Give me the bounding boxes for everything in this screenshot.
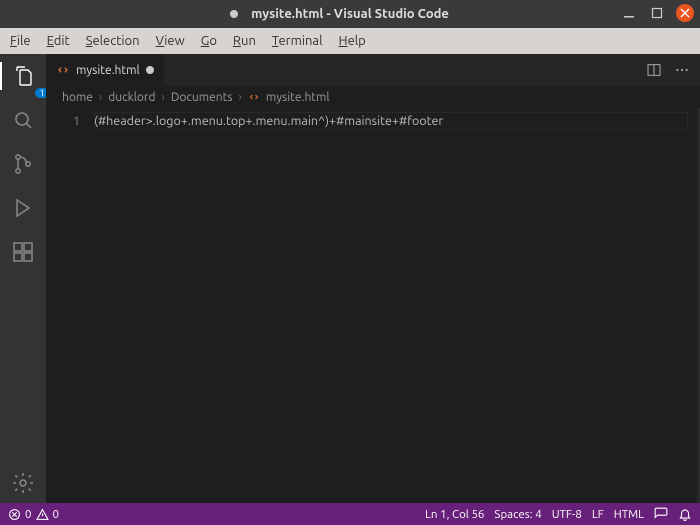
explorer-icon[interactable]: 1 [11, 64, 35, 88]
line-number-gutter: 1 [46, 108, 94, 503]
window-title: mysite.html - Visual Studio Code [251, 7, 449, 21]
tab-dirty-dot [146, 66, 154, 74]
window-titlebar: mysite.html - Visual Studio Code [0, 0, 700, 28]
status-eol[interactable]: LF [592, 508, 604, 521]
line-number: 1 [46, 112, 80, 130]
status-problems[interactable]: 0 0 [8, 508, 59, 521]
menu-bar: File Edit Selection View Go Run Terminal… [0, 28, 700, 54]
tab-mysite[interactable]: mysite.html [46, 54, 165, 86]
active-indicator [0, 62, 2, 90]
chevron-right-icon: › [99, 91, 102, 104]
menu-go[interactable]: Go [197, 32, 221, 50]
window-close-button[interactable] [676, 4, 694, 22]
status-indent[interactable]: Spaces: 4 [494, 508, 541, 521]
html-file-icon [56, 63, 70, 77]
menu-help[interactable]: Help [335, 32, 370, 50]
code-line[interactable]: (#header>.logo+.menu.top+.menu.main^)+#m… [94, 112, 696, 130]
run-debug-icon[interactable] [11, 196, 35, 220]
status-bell-icon[interactable] [678, 507, 692, 521]
breadcrumb[interactable]: home › ducklord › Documents › mysite.htm… [46, 86, 700, 108]
code-content[interactable]: (#header>.logo+.menu.top+.menu.main^)+#m… [94, 108, 696, 503]
code-editor[interactable]: 1 (#header>.logo+.menu.top+.menu.main^)+… [46, 108, 700, 503]
chevron-right-icon: › [239, 91, 242, 104]
breadcrumb-part[interactable]: ducklord [108, 91, 155, 104]
more-actions-icon[interactable] [674, 62, 690, 78]
status-bar: 0 0 Ln 1, Col 56 Spaces: 4 UTF-8 LF HTML [0, 503, 700, 525]
tab-bar: mysite.html [46, 54, 700, 86]
breadcrumb-part[interactable]: home [62, 91, 93, 104]
menu-view[interactable]: View [152, 32, 189, 50]
titlebar-modified-dot [230, 10, 238, 18]
activity-bar: 1 [0, 54, 46, 503]
status-language[interactable]: HTML [614, 508, 644, 521]
tab-label: mysite.html [76, 64, 140, 77]
editor-area: mysite.html home › ducklord › Documents … [46, 54, 700, 503]
split-editor-icon[interactable] [646, 62, 662, 78]
manage-gear-icon[interactable] [11, 471, 35, 495]
error-count: 0 [25, 508, 32, 521]
search-icon[interactable] [11, 108, 35, 132]
chevron-right-icon: › [161, 91, 164, 104]
menu-selection[interactable]: Selection [82, 32, 144, 50]
extensions-icon[interactable] [11, 240, 35, 264]
warning-count: 0 [53, 508, 60, 521]
source-control-icon[interactable] [11, 152, 35, 176]
status-encoding[interactable]: UTF-8 [552, 508, 582, 521]
status-cursor[interactable]: Ln 1, Col 56 [425, 508, 484, 521]
menu-terminal[interactable]: Terminal [268, 32, 327, 50]
html-file-icon [248, 91, 260, 103]
window-maximize-button[interactable] [648, 4, 666, 22]
status-feedback-icon[interactable] [654, 507, 668, 521]
menu-file[interactable]: File [6, 32, 35, 50]
menu-run[interactable]: Run [229, 32, 260, 50]
breadcrumb-part[interactable]: mysite.html [266, 91, 330, 104]
breadcrumb-part[interactable]: Documents [171, 91, 233, 104]
window-minimize-button[interactable] [620, 4, 638, 22]
minimap[interactable] [696, 108, 700, 503]
menu-edit[interactable]: Edit [43, 32, 74, 50]
